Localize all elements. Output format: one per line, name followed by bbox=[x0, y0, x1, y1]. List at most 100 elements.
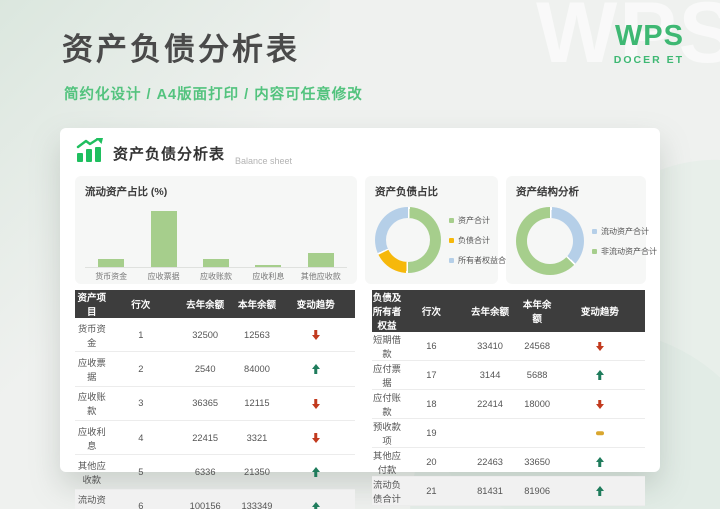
cell-item-name: 货币资金 bbox=[75, 318, 109, 353]
legend-label: 资产合计 bbox=[458, 215, 490, 225]
table-row: 流动负债合计 21 81431 81906 bbox=[372, 476, 645, 506]
cell-current-balance: 5688 bbox=[519, 360, 555, 390]
template-preview-page: WPS 资产负债分析表 简约化设计 / A4版面打印 / 内容可任意修改 WPS… bbox=[0, 0, 720, 509]
cell-current-balance: 46888 bbox=[519, 505, 555, 509]
wps-logo: WPS bbox=[614, 20, 684, 52]
bar-chart-plot bbox=[85, 205, 347, 268]
column-header: 变动趋势 bbox=[554, 290, 645, 332]
bar-column bbox=[140, 205, 187, 267]
column-header: 去年余额 bbox=[460, 290, 520, 332]
assets-table-header: 资产项目 行次 去年余额 本年余额 变动趋势 bbox=[75, 290, 355, 318]
cell-prev-balance: 2540 bbox=[172, 351, 238, 387]
cell-prev-balance: 36365 bbox=[172, 386, 238, 421]
column-header: 资产项目 bbox=[75, 290, 109, 318]
donut1-ring bbox=[375, 207, 441, 273]
bar-column bbox=[297, 205, 344, 267]
cell-prev-balance: 6336 bbox=[172, 454, 238, 490]
cell-prev-balance bbox=[460, 418, 520, 448]
bar-column bbox=[192, 205, 239, 267]
cell-trend bbox=[276, 454, 355, 490]
trend-arrow-icon bbox=[595, 370, 605, 380]
liabilities-table-body: 短期借款 16 33410 24568 应付票据 17 3144 5688 应付… bbox=[372, 332, 645, 509]
legend-item: 流动资产合计 bbox=[592, 226, 657, 237]
bar-category-label: 应收利息 bbox=[252, 272, 285, 281]
table-row: 短期借款 16 33410 24568 bbox=[372, 332, 645, 361]
donut-chart-panel-asset-structure: 资产结构分析 流动资产合计 非流动资产合计 bbox=[506, 176, 657, 284]
cell-item-name: 应付票据 bbox=[372, 360, 403, 390]
cell-line-no: 21 bbox=[402, 476, 461, 506]
bar-category-label: 货币资金 bbox=[95, 272, 128, 281]
bar-category-label: 其他应收款 bbox=[300, 272, 341, 281]
cell-current-balance: 12563 bbox=[237, 318, 277, 353]
trend-arrow-icon bbox=[311, 330, 321, 340]
cell-prev-balance: 100156 bbox=[172, 489, 238, 509]
donut2-hole bbox=[527, 218, 573, 264]
legend-item: 所有者权益合计 bbox=[449, 255, 514, 266]
trend-arrow-icon bbox=[311, 467, 321, 477]
donut-chart-panel-assets-liabilities: 资产负债占比 资产合计 负债合计 所有者权益合计 bbox=[365, 176, 514, 284]
donut2-title: 资产结构分析 bbox=[516, 186, 579, 198]
cell-current-balance: 24568 bbox=[519, 332, 555, 361]
bar bbox=[307, 252, 334, 267]
tables-row: 资产项目 行次 去年余额 本年余额 变动趋势 货币资金 1 32500 12563 bbox=[75, 290, 645, 509]
table-row: 应付账款 18 22414 18000 bbox=[372, 389, 645, 419]
liabilities-table: 负债及所有者权益 行次 去年余额 本年余额 变动趋势 短期借款 16 33410 245… bbox=[372, 290, 645, 509]
cell-prev-balance: 33410 bbox=[460, 332, 520, 361]
bar bbox=[202, 258, 229, 267]
cell-trend bbox=[554, 447, 645, 477]
cell-trend bbox=[554, 418, 645, 448]
cell-line-no: 4 bbox=[108, 420, 173, 456]
legend-bullet bbox=[449, 257, 454, 263]
legend-item: 非流动资产合计 bbox=[592, 246, 657, 257]
trend-arrow-icon bbox=[311, 364, 321, 374]
cell-item-name: 其他应收款 bbox=[75, 454, 109, 490]
cell-item-name: 长期借款 bbox=[372, 505, 403, 509]
table-row: 应付票据 17 3144 5688 bbox=[372, 360, 645, 390]
column-header: 本年余额 bbox=[237, 290, 277, 318]
donut1-content: 资产合计 负债合计 所有者权益合计 bbox=[375, 207, 514, 273]
page-subtitle: 简约化设计 / A4版面打印 / 内容可任意修改 bbox=[64, 87, 363, 103]
cell-trend bbox=[554, 389, 645, 419]
trend-arrow-icon bbox=[595, 428, 605, 438]
cell-current-balance: 21350 bbox=[237, 454, 277, 490]
column-header: 去年余额 bbox=[172, 290, 238, 318]
bar bbox=[255, 264, 282, 267]
cell-trend bbox=[276, 351, 355, 387]
table-row: 长期借款 22 20456 46888 bbox=[372, 505, 645, 509]
donut2-legend: 流动资产合计 非流动资产合计 bbox=[592, 226, 657, 257]
page-title: 资产负债分析表 bbox=[62, 32, 300, 67]
donut2-content: 流动资产合计 非流动资产合计 bbox=[516, 207, 657, 275]
cell-current-balance: 18000 bbox=[519, 389, 555, 419]
cell-item-name: 应收账款 bbox=[75, 386, 109, 421]
cell-current-balance bbox=[519, 418, 555, 448]
bar bbox=[150, 211, 177, 267]
legend-label: 负债合计 bbox=[458, 235, 490, 245]
bar-chart-title: 流动资产占比 (%) bbox=[85, 186, 168, 198]
cell-trend bbox=[554, 505, 645, 509]
trend-arrow-icon bbox=[595, 341, 605, 351]
cell-prev-balance: 32500 bbox=[172, 318, 238, 353]
bar-chart-labels: 货币资金 应收票据 应收账款 应收利息 其他应收款 bbox=[85, 271, 347, 282]
cell-line-no: 22 bbox=[402, 505, 461, 509]
cell-item-name: 应付账款 bbox=[372, 389, 403, 419]
cell-line-no: 1 bbox=[108, 318, 173, 353]
column-header: 本年余额 bbox=[519, 290, 555, 332]
cell-trend bbox=[276, 420, 355, 456]
cell-prev-balance: 22463 bbox=[460, 447, 520, 477]
card-subtitle-en: Balance sheet bbox=[235, 156, 293, 166]
liabilities-table-header: 负债及所有者权益 行次 去年余额 本年余额 变动趋势 bbox=[372, 290, 645, 332]
cell-current-balance: 33650 bbox=[519, 447, 555, 477]
table-row: 预收款项 19 bbox=[372, 418, 645, 448]
legend-bullet bbox=[592, 248, 597, 254]
cell-item-name: 流动负债合计 bbox=[372, 476, 403, 506]
cell-current-balance: 12115 bbox=[237, 386, 277, 421]
table-row: 应收票据 2 2540 84000 bbox=[75, 351, 355, 387]
cell-trend bbox=[276, 489, 355, 509]
table-row: 应收利息 4 22415 3321 bbox=[75, 420, 355, 456]
bar-chart-panel: 流动资产占比 (%) 货币资金 应收票据 应收账款 应收利息 其他应收款 bbox=[75, 176, 357, 284]
cell-item-name: 其他应付款 bbox=[372, 447, 403, 477]
table-row: 其他应付款 20 22463 33650 bbox=[372, 447, 645, 477]
trend-arrow-icon bbox=[595, 457, 605, 467]
cell-current-balance: 81906 bbox=[519, 476, 555, 506]
table-row: 货币资金 1 32500 12563 bbox=[75, 318, 355, 353]
